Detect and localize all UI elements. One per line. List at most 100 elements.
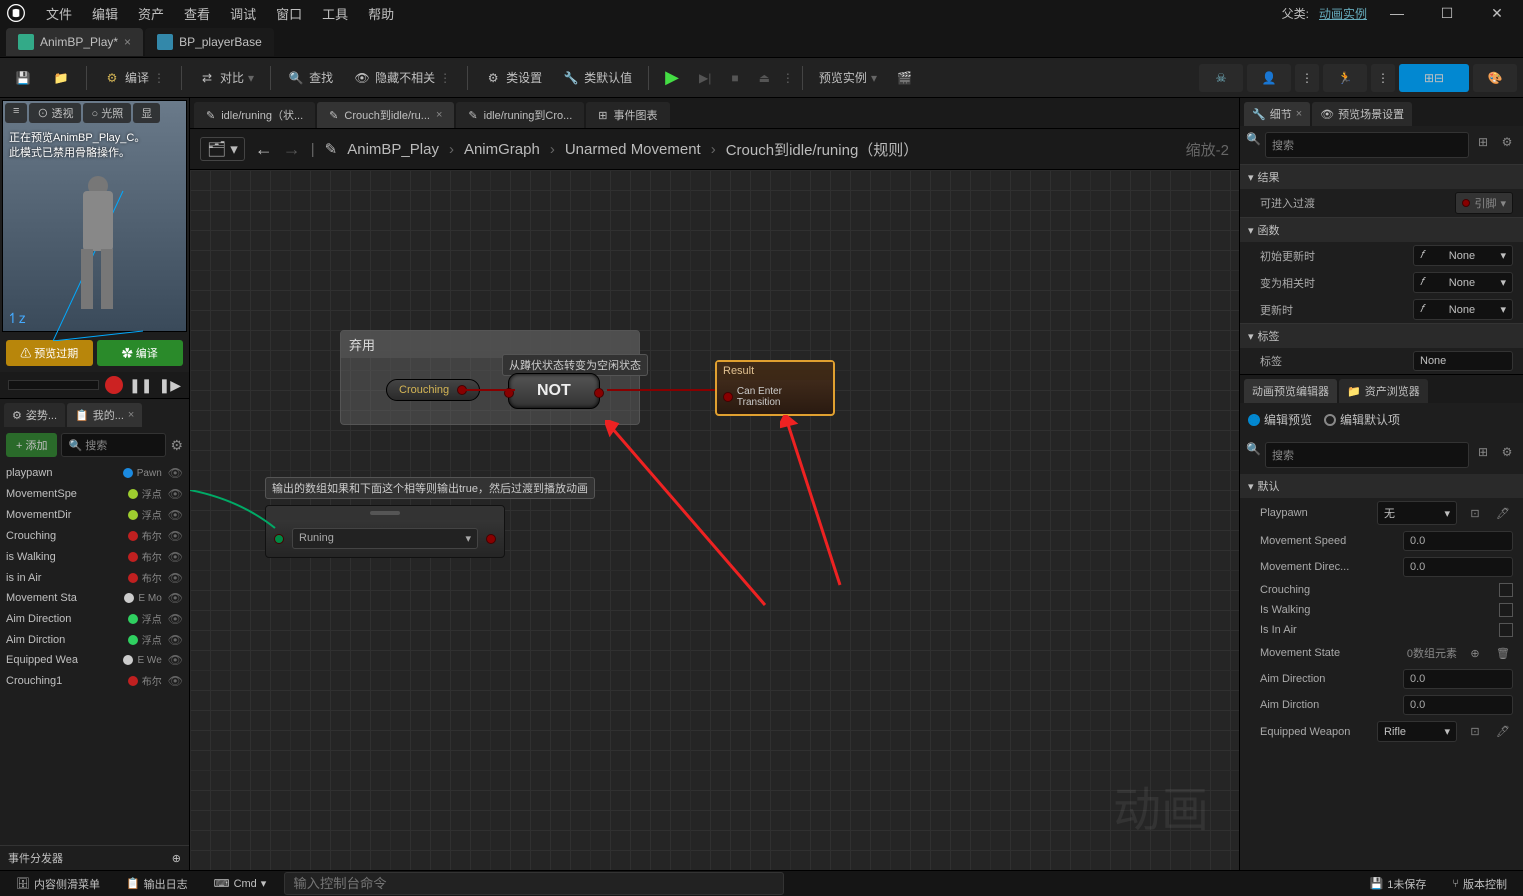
mode-blueprint[interactable]: ⊞⊟: [1399, 64, 1469, 92]
select-input[interactable]: 无 ▾: [1377, 501, 1457, 525]
stop-button[interactable]: ■: [723, 67, 746, 89]
input-pin[interactable]: [723, 392, 733, 402]
mode-physics[interactable]: 🎨: [1473, 64, 1517, 92]
step-button[interactable]: ❚▶: [159, 377, 182, 394]
variable-row[interactable]: is Walking 布尔 👁: [0, 546, 189, 567]
variable-row[interactable]: Aim Dirction 浮点 👁: [0, 629, 189, 650]
source-control-button[interactable]: ⑂版本控制: [1444, 873, 1515, 895]
breadcrumb-item[interactable]: Crouch到idle/runing（规则）: [726, 139, 919, 160]
pause-button[interactable]: ❚❚: [129, 377, 152, 394]
breadcrumb-item[interactable]: AnimGraph: [464, 141, 540, 158]
preview-mode-select[interactable]: 预览实例▾: [811, 65, 885, 90]
tag-input[interactable]: None: [1413, 351, 1513, 371]
unsaved-button[interactable]: 💾1未保存: [1362, 873, 1435, 895]
preview-expired-button[interactable]: ⚠ 预览过期: [6, 340, 93, 366]
func-select[interactable]: 𝑓 None ▾: [1413, 272, 1513, 293]
menu-view[interactable]: 查看: [174, 0, 220, 27]
visibility-icon[interactable]: 👁: [168, 487, 183, 501]
number-input[interactable]: 0.0: [1403, 557, 1513, 577]
visibility-icon[interactable]: 👁: [168, 612, 183, 626]
details-search-input[interactable]: 搜索: [1265, 132, 1469, 158]
cmd-dropdown[interactable]: ⌨Cmd ▾: [206, 874, 275, 893]
class-defaults-button[interactable]: 🔧类默认值: [554, 65, 640, 91]
timeline-scrub[interactable]: [8, 380, 99, 390]
browse-button[interactable]: 📁: [44, 65, 78, 91]
tab-asset-browser[interactable]: 📁资产浏览器: [1339, 379, 1428, 403]
menu-edit[interactable]: 编辑: [82, 0, 128, 27]
visibility-icon[interactable]: 👁: [168, 591, 183, 605]
visibility-icon[interactable]: 👁: [168, 529, 183, 543]
select-input[interactable]: Rifle ▾: [1377, 721, 1457, 742]
viewport-show[interactable]: 显: [133, 103, 160, 123]
preview-asset-button[interactable]: 🎬: [889, 67, 920, 89]
number-input[interactable]: 0.0: [1403, 531, 1513, 551]
window-close[interactable]: ✕: [1477, 5, 1517, 22]
nav-forward[interactable]: →: [283, 139, 301, 160]
number-input[interactable]: 0.0: [1403, 695, 1513, 715]
window-minimize[interactable]: —: [1377, 5, 1417, 21]
visibility-icon[interactable]: 👁: [168, 508, 183, 522]
menu-asset[interactable]: 资产: [128, 0, 174, 27]
parent-class-link[interactable]: 动画实例: [1319, 5, 1367, 22]
visibility-icon[interactable]: 👁: [168, 674, 183, 688]
func-select[interactable]: 𝑓 None ▾: [1413, 299, 1513, 320]
checkbox[interactable]: [1499, 583, 1513, 597]
output-pin[interactable]: [486, 534, 496, 544]
func-select[interactable]: 𝑓 None ▾: [1413, 245, 1513, 266]
close-icon[interactable]: ×: [128, 409, 134, 421]
breadcrumb-item[interactable]: AnimBP_Play: [347, 141, 439, 158]
close-icon[interactable]: ×: [124, 35, 131, 49]
variable-row[interactable]: Equipped Wea E We 👁: [0, 650, 189, 670]
mode-skeleton[interactable]: ☠: [1199, 64, 1243, 92]
radio-edit-defaults[interactable]: 编辑默认项: [1324, 411, 1400, 428]
viewport[interactable]: ≡ ⊙ 透视 ○ 光照 显 正在预览AnimBP_Play_C。 此模式已禁用骨…: [2, 100, 187, 332]
variable-row[interactable]: is in Air 布尔 👁: [0, 567, 189, 588]
graph-tab[interactable]: ⊞事件图表: [586, 102, 669, 128]
file-tab-bpplayer[interactable]: BP_playerBase: [145, 28, 274, 56]
mode-menu[interactable]: ⋮: [1295, 64, 1319, 92]
viewport-menu[interactable]: ≡: [5, 103, 27, 123]
find-button[interactable]: 🔍查找: [279, 65, 341, 91]
variable-row[interactable]: MovementDir 浮点 👁: [0, 504, 189, 525]
close-icon[interactable]: ×: [1296, 108, 1302, 120]
eject-button[interactable]: ⏏: [751, 67, 778, 89]
tab-pose[interactable]: ⚙姿势...: [4, 403, 65, 427]
use-selected-icon[interactable]: ⊡: [1465, 503, 1485, 523]
nav-back[interactable]: ←: [255, 139, 273, 160]
graph-tab[interactable]: ✎idle/runing（状...: [194, 102, 315, 128]
settings-icon[interactable]: ⚙: [170, 437, 183, 454]
variable-row[interactable]: Crouching1 布尔 👁: [0, 670, 189, 691]
radio-edit-preview[interactable]: 编辑预览: [1248, 411, 1312, 428]
class-settings-button[interactable]: ⚙类设置: [476, 65, 550, 91]
variable-row[interactable]: MovementSpe 浮点 👁: [0, 483, 189, 504]
checkbox[interactable]: [1499, 623, 1513, 637]
grid-icon[interactable]: ⊞: [1473, 132, 1493, 152]
picker-icon[interactable]: 🖊: [1493, 722, 1513, 742]
compile-preview-button[interactable]: ✿ 编译: [97, 340, 184, 366]
viewport-lit[interactable]: ○ 光照: [83, 103, 131, 123]
tab-my-blueprint[interactable]: 📋我的...×: [67, 403, 142, 427]
section-tags[interactable]: ▾ 标签: [1240, 324, 1523, 348]
checkbox[interactable]: [1499, 603, 1513, 617]
content-drawer-button[interactable]: 🗄内容侧滑菜单: [8, 873, 108, 895]
number-input[interactable]: 0.0: [1403, 669, 1513, 689]
visibility-icon[interactable]: 👁: [168, 633, 183, 647]
picker-icon[interactable]: 🖊: [1493, 503, 1513, 523]
event-dispatcher-section[interactable]: 事件分发器 ⊕: [0, 845, 189, 870]
enum-equality-node[interactable]: Runing▾: [265, 505, 505, 558]
add-button[interactable]: + 添加: [6, 433, 57, 457]
section-functions[interactable]: ▾ 函数: [1240, 218, 1523, 242]
visibility-icon[interactable]: 👁: [168, 550, 183, 564]
grid-icon[interactable]: ⊞: [1473, 442, 1493, 462]
variable-search-input[interactable]: 🔍 搜索: [61, 433, 166, 457]
tab-preview-settings[interactable]: 👁预览场景设置: [1312, 102, 1412, 126]
section-default[interactable]: ▾ 默认: [1240, 474, 1523, 498]
use-selected-icon[interactable]: ⊡: [1465, 722, 1485, 742]
menu-tools[interactable]: 工具: [312, 0, 358, 27]
variable-row[interactable]: Crouching 布尔 👁: [0, 525, 189, 546]
visibility-icon[interactable]: 👁: [168, 653, 183, 667]
graph-tab[interactable]: ✎Crouch到idle/ru...×: [317, 102, 454, 128]
add-dispatcher-icon[interactable]: ⊕: [172, 852, 181, 865]
enum-select[interactable]: Runing▾: [292, 528, 478, 549]
variable-row[interactable]: Movement Sta E Mo 👁: [0, 588, 189, 608]
